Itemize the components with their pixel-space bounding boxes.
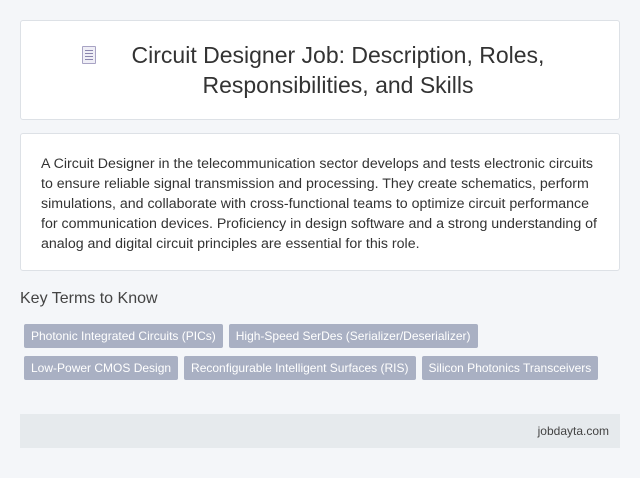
key-terms-tags: Photonic Integrated Circuits (PICs) High… xyxy=(24,324,614,388)
page-title: Circuit Designer Job: Description, Roles… xyxy=(131,42,545,98)
title-wrap: Circuit Designer Job: Description, Roles… xyxy=(82,40,558,100)
tag-row: Photonic Integrated Circuits (PICs) High… xyxy=(24,324,614,348)
key-terms-heading: Key Terms to Know xyxy=(20,290,158,307)
tag-low-power-cmos-design[interactable]: Low-Power CMOS Design xyxy=(24,356,179,380)
footer-brand-link[interactable]: jobdayta.com xyxy=(538,424,609,438)
tag-row: Low-Power CMOS Design Reconfigurable Int… xyxy=(24,356,614,380)
title-card: Circuit Designer Job: Description, Roles… xyxy=(20,20,620,120)
tag-reconfigurable-intelligent-surfaces[interactable]: Reconfigurable Intelligent Surfaces (RIS… xyxy=(184,356,416,380)
tag-silicon-photonics-transceivers[interactable]: Silicon Photonics Transceivers xyxy=(421,356,599,380)
description-card: A Circuit Designer in the telecommunicat… xyxy=(20,133,620,271)
document-icon xyxy=(82,46,96,64)
tag-high-speed-serdes[interactable]: High-Speed SerDes (Serializer/Deserializ… xyxy=(228,324,478,348)
footer: jobdayta.com xyxy=(20,414,620,448)
tag-photonic-integrated-circuits[interactable]: Photonic Integrated Circuits (PICs) xyxy=(24,324,223,348)
description-text: A Circuit Designer in the telecommunicat… xyxy=(41,156,597,252)
